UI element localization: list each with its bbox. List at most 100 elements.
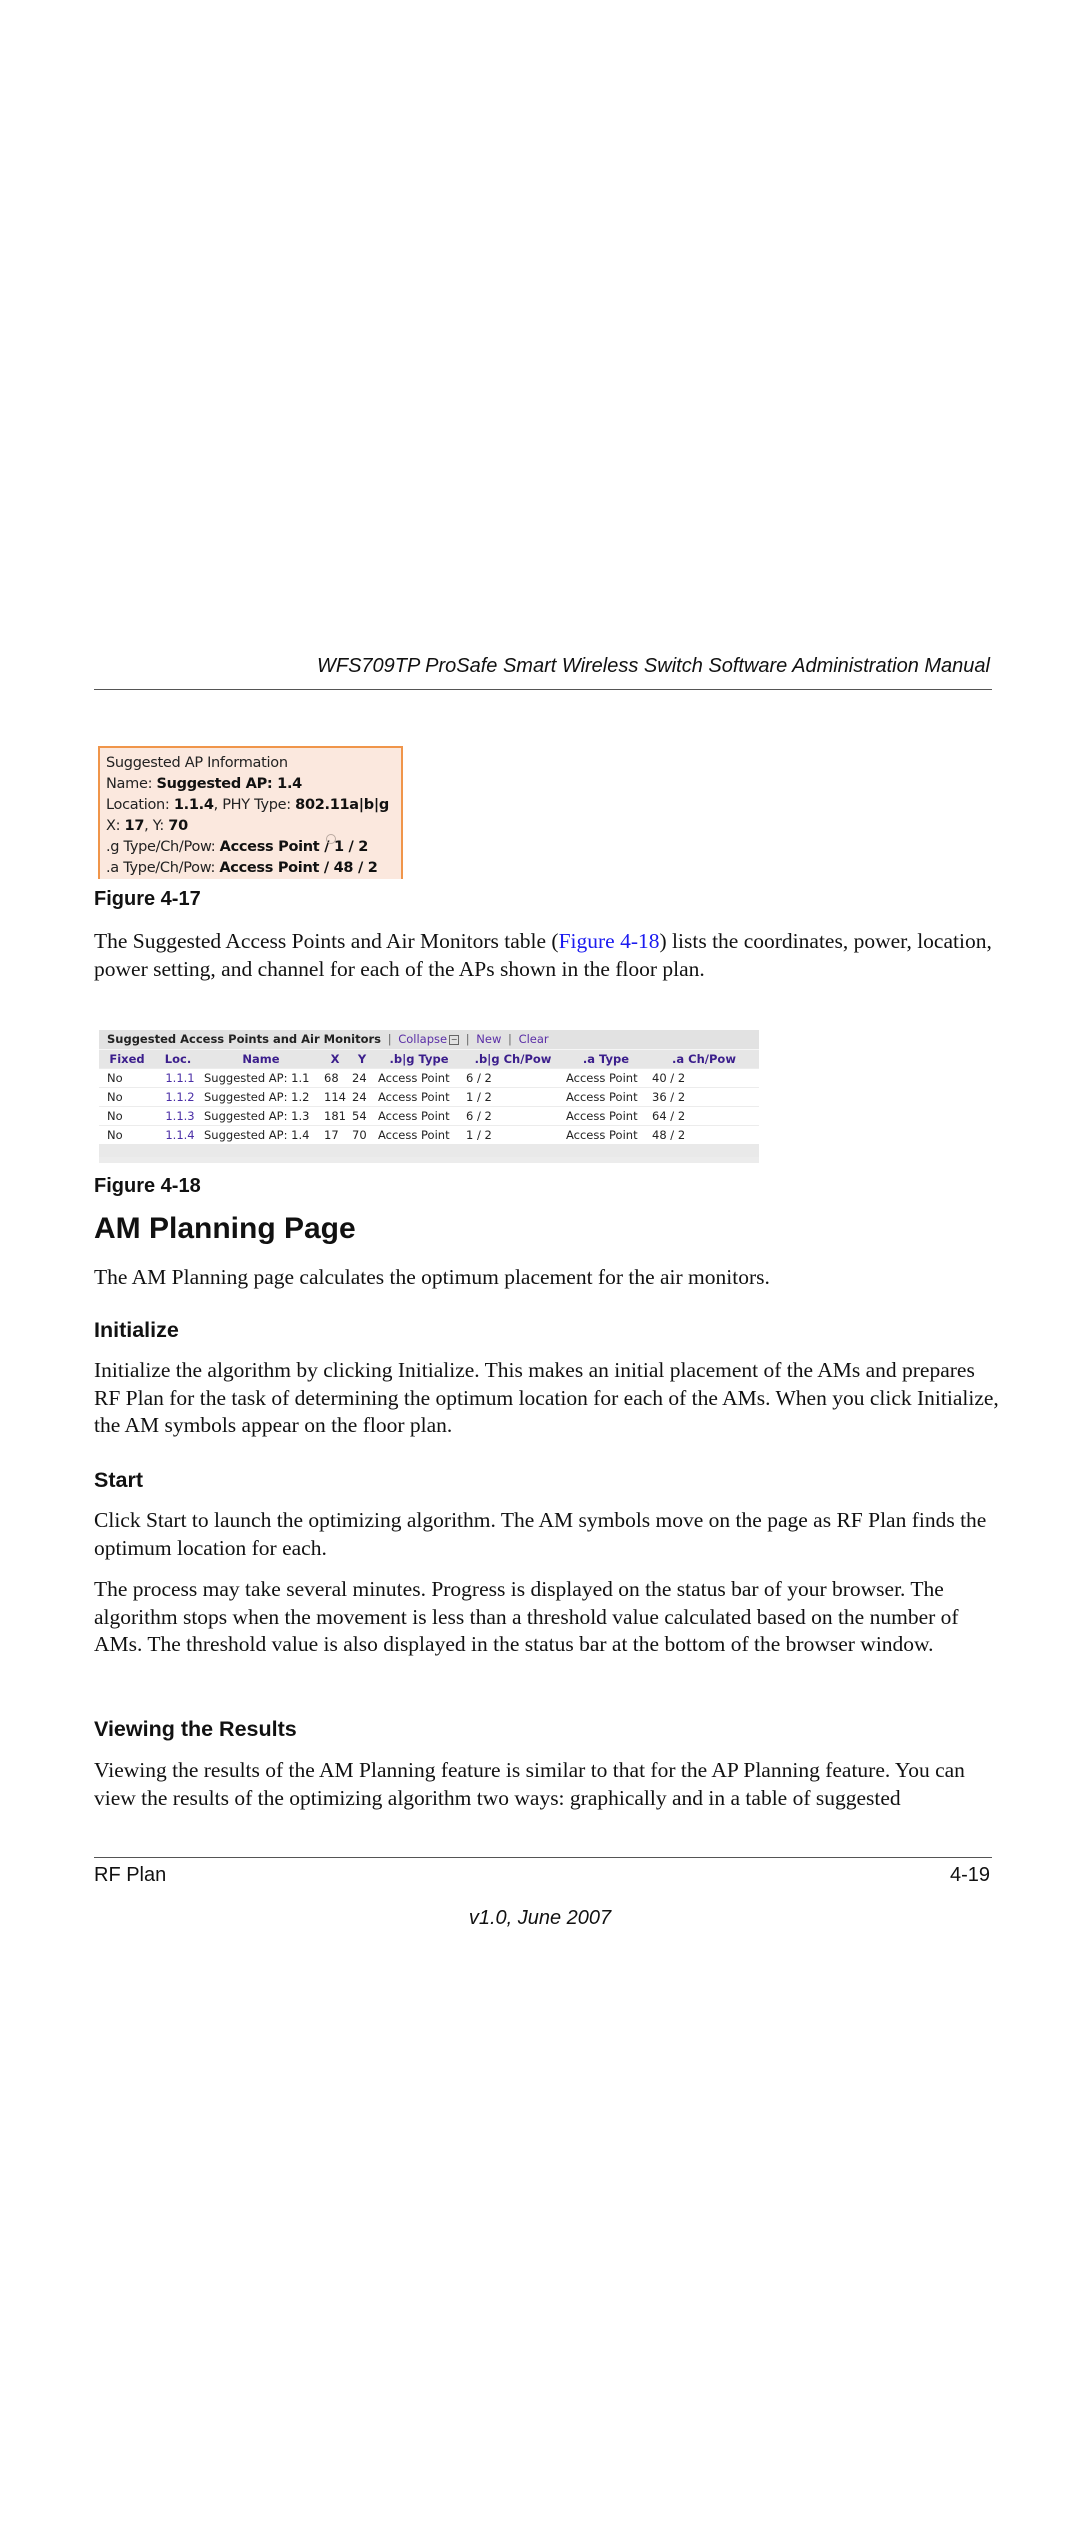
separator: | bbox=[465, 1032, 470, 1046]
table-row: No 1.1.1 Suggested AP: 1.1 68 24 Access … bbox=[99, 1068, 759, 1088]
cell-a-type: Access Point bbox=[563, 1125, 649, 1144]
a-radio-row: .a Type/Ch/Pow: Access Point / 48 / 2 bbox=[106, 858, 401, 879]
ap-location-row: Location: 1.1.4, PHY Type: 802.11a|b|g bbox=[106, 795, 401, 816]
cell-a-type: Access Point bbox=[563, 1087, 649, 1107]
figure-4-17-caption: Figure 4-17 bbox=[94, 888, 201, 910]
cell-fixed: No bbox=[99, 1068, 155, 1088]
running-header-title: WFS709TP ProSafe Smart Wireless Switch S… bbox=[316, 655, 990, 677]
subsection-heading-viewing-results: Viewing the Results bbox=[94, 1717, 297, 1741]
collapse-link[interactable]: Collapse − bbox=[398, 1032, 460, 1046]
cell-x: 68 bbox=[321, 1068, 349, 1088]
initialize-paragraph: Initialize the algorithm by clicking Ini… bbox=[94, 1358, 999, 1437]
cell-y: 24 bbox=[349, 1087, 375, 1107]
cell-a-type: Access Point bbox=[563, 1106, 649, 1126]
footer-section-name: RF Plan bbox=[94, 1864, 167, 1886]
start-paragraph-2: The process may take several minutes. Pr… bbox=[94, 1577, 959, 1656]
column-header-name[interactable]: Name bbox=[201, 1049, 321, 1069]
viewing-results-paragraph: Viewing the results of the AM Planning f… bbox=[94, 1758, 965, 1810]
cell-a-ch-pow: 48 / 2 bbox=[649, 1125, 759, 1144]
cell-y: 54 bbox=[349, 1106, 375, 1126]
panel-heading: Suggested AP Information bbox=[106, 755, 288, 771]
a-radio-type: Access Point bbox=[219, 860, 320, 876]
collapse-icon: − bbox=[449, 1034, 460, 1045]
cell-bg-type: Access Point bbox=[375, 1087, 463, 1107]
x-label: X: bbox=[106, 818, 125, 834]
cell-location-link[interactable]: 1.1.4 bbox=[155, 1125, 201, 1144]
section-title-am-planning: AM Planning Page bbox=[94, 1212, 356, 1245]
x-value: 17 bbox=[124, 818, 145, 834]
figure-4-18-link[interactable]: Figure 4-18 bbox=[559, 929, 660, 953]
g-radio-row: .g Type/Ch/Pow: Access Point / 1 / 2 bbox=[106, 837, 401, 858]
table-footer-bar bbox=[99, 1144, 759, 1157]
ap-marker-icon bbox=[326, 834, 336, 844]
footer-divider bbox=[94, 1857, 992, 1858]
cell-name: Suggested AP: 1.3 bbox=[201, 1106, 321, 1126]
a-radio-ch-pow: / 48 / 2 bbox=[319, 860, 378, 876]
cell-fixed: No bbox=[99, 1106, 155, 1126]
ap-name-row: Name: Suggested AP: 1.4 bbox=[106, 774, 401, 795]
column-header-y[interactable]: Y bbox=[349, 1049, 375, 1069]
cell-bg-type: Access Point bbox=[375, 1068, 463, 1088]
column-header-a-ch-pow[interactable]: .a Ch/Pow bbox=[649, 1049, 759, 1069]
g-radio-type: Access Point bbox=[219, 839, 320, 855]
separator: | bbox=[508, 1032, 512, 1046]
cell-fixed: No bbox=[99, 1087, 155, 1107]
cell-x: 17 bbox=[321, 1125, 349, 1144]
cell-a-type: Access Point bbox=[563, 1068, 649, 1088]
column-header-a-type[interactable]: .a Type bbox=[563, 1049, 649, 1069]
start-paragraph-1: Click Start to launch the optimizing alg… bbox=[94, 1508, 987, 1560]
y-label: , Y: bbox=[144, 818, 169, 834]
cell-bg-type: Access Point bbox=[375, 1125, 463, 1144]
cell-name: Suggested AP: 1.4 bbox=[201, 1125, 321, 1144]
header-divider bbox=[94, 689, 992, 690]
location-label: Location: bbox=[106, 797, 174, 813]
column-header-x[interactable]: X bbox=[321, 1049, 349, 1069]
y-value: 70 bbox=[168, 818, 188, 834]
footer-page-number: 4-19 bbox=[949, 1864, 990, 1886]
separator: | bbox=[387, 1032, 392, 1046]
cell-a-ch-pow: 36 / 2 bbox=[649, 1087, 759, 1107]
cell-bg-type: Access Point bbox=[375, 1106, 463, 1126]
cell-location-link[interactable]: 1.1.3 bbox=[155, 1106, 201, 1126]
cell-bg-ch-pow: 1 / 2 bbox=[463, 1125, 563, 1144]
a-radio-label: .a Type/Ch/Pow: bbox=[106, 860, 220, 876]
figure-4-18-intro-paragraph: The Suggested Access Points and Air Moni… bbox=[94, 928, 1004, 983]
table-titlebar: Suggested Access Points and Air Monitors… bbox=[99, 1030, 759, 1049]
intro-text-before: The Suggested Access Points and Air Moni… bbox=[94, 929, 559, 953]
table-row: No 1.1.3 Suggested AP: 1.3 181 54 Access… bbox=[99, 1106, 759, 1126]
cell-name: Suggested AP: 1.1 bbox=[201, 1068, 321, 1088]
suggested-ap-info-panel: Suggested AP Information Name: Suggested… bbox=[98, 746, 403, 879]
table-title: Suggested Access Points and Air Monitors bbox=[107, 1032, 382, 1046]
footer-version: v1.0, June 2007 bbox=[468, 1907, 612, 1929]
ap-name-label: Name: bbox=[106, 776, 157, 792]
cell-y: 24 bbox=[349, 1068, 375, 1088]
g-radio-label: .g Type/Ch/Pow: bbox=[106, 839, 220, 855]
cell-bg-ch-pow: 6 / 2 bbox=[463, 1068, 563, 1088]
phy-type-value: 802.11a|b|g bbox=[295, 797, 389, 813]
am-planning-intro: The AM Planning page calculates the opti… bbox=[94, 1265, 770, 1289]
cell-name: Suggested AP: 1.2 bbox=[201, 1087, 321, 1107]
clear-link[interactable]: Clear bbox=[519, 1032, 549, 1046]
column-header-loc[interactable]: Loc. bbox=[155, 1049, 201, 1069]
column-header-fixed[interactable]: Fixed bbox=[99, 1049, 155, 1069]
cell-a-ch-pow: 40 / 2 bbox=[649, 1068, 759, 1088]
suggested-aps-table-panel: Suggested Access Points and Air Monitors… bbox=[99, 1030, 759, 1163]
figure-4-18-caption: Figure 4-18 bbox=[94, 1175, 201, 1197]
cell-bg-ch-pow: 6 / 2 bbox=[463, 1106, 563, 1126]
ap-coordinates-row: X: 17, Y: 70 bbox=[106, 816, 401, 837]
cell-x: 114 bbox=[321, 1087, 349, 1107]
collapse-label: Collapse bbox=[398, 1032, 448, 1046]
cell-a-ch-pow: 64 / 2 bbox=[649, 1106, 759, 1126]
subsection-heading-start: Start bbox=[94, 1468, 143, 1492]
table-row: No 1.1.2 Suggested AP: 1.2 114 24 Access… bbox=[99, 1087, 759, 1107]
ap-name-value: Suggested AP: 1.4 bbox=[156, 776, 302, 792]
cell-location-link[interactable]: 1.1.1 bbox=[155, 1068, 201, 1088]
cell-fixed: No bbox=[99, 1125, 155, 1144]
cell-location-link[interactable]: 1.1.2 bbox=[155, 1087, 201, 1107]
suggested-aps-table: Fixed Loc. Name X Y .b|g Type .b|g Ch/Po… bbox=[99, 1049, 759, 1144]
column-header-bg-type[interactable]: .b|g Type bbox=[375, 1049, 463, 1069]
cell-y: 70 bbox=[349, 1125, 375, 1144]
column-header-bg-ch-pow[interactable]: .b|g Ch/Pow bbox=[463, 1049, 563, 1069]
table-header-row: Fixed Loc. Name X Y .b|g Type .b|g Ch/Po… bbox=[99, 1049, 759, 1069]
new-link[interactable]: New bbox=[476, 1032, 501, 1046]
